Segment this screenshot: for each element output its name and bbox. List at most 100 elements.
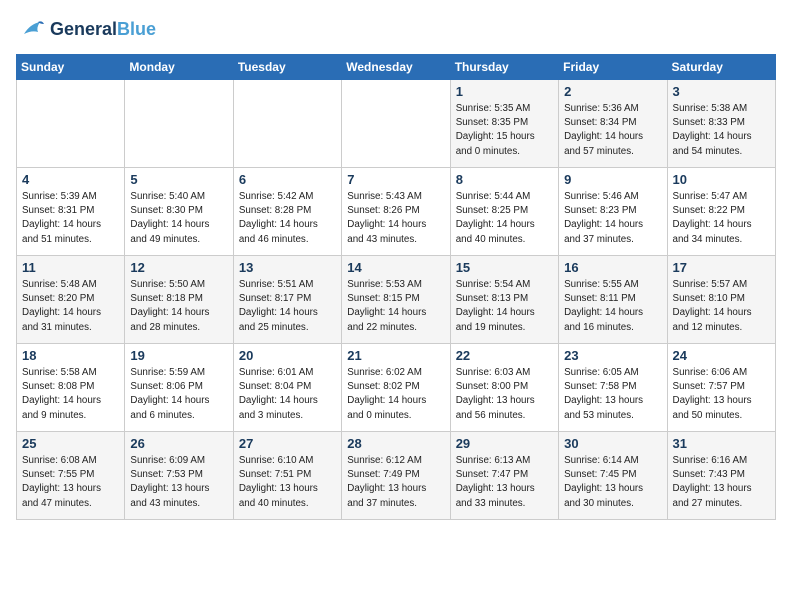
day-info: Sunrise: 5:51 AMSunset: 8:17 PMDaylight:… bbox=[239, 278, 336, 335]
day-info: Sunrise: 6:12 AMSunset: 7:49 PMDaylight:… bbox=[347, 454, 444, 511]
day-number: 14 bbox=[347, 260, 444, 275]
day-info: Sunrise: 5:39 AMSunset: 8:31 PMDaylight:… bbox=[22, 190, 119, 247]
day-number: 23 bbox=[564, 348, 661, 363]
day-number: 16 bbox=[564, 260, 661, 275]
calendar-cell: 21 Sunrise: 6:02 AMSunset: 8:02 PMDayligh… bbox=[342, 344, 450, 432]
day-info: Sunrise: 5:38 AMSunset: 8:33 PMDaylight:… bbox=[673, 102, 770, 159]
calendar-cell: 25Sunrise: 6:08 AMSunset: 7:55 PMDayligh… bbox=[17, 432, 125, 520]
calendar-cell: 10 Sunrise: 5:47 AMSunset: 8:22 PMDayligh… bbox=[667, 168, 775, 256]
calendar-cell: 27 Sunrise: 6:10 AMSunset: 7:51 PMDayligh… bbox=[233, 432, 341, 520]
day-number: 28 bbox=[347, 436, 444, 451]
day-info: Sunrise: 6:01 AMSunset: 8:04 PMDaylight:… bbox=[239, 366, 336, 423]
calendar-cell: 8 Sunrise: 5:44 AMSunset: 8:25 PMDaylight… bbox=[450, 168, 558, 256]
day-info: Sunrise: 6:08 AMSunset: 7:55 PMDaylight:… bbox=[22, 454, 119, 511]
day-info: Sunrise: 5:47 AMSunset: 8:22 PMDaylight:… bbox=[673, 190, 770, 247]
calendar-cell: 31 Sunrise: 6:16 AMSunset: 7:43 PMDayligh… bbox=[667, 432, 775, 520]
calendar-cell: 22 Sunrise: 6:03 AMSunset: 8:00 PMDayligh… bbox=[450, 344, 558, 432]
calendar-cell: 6Sunrise: 5:42 AMSunset: 8:28 PMDaylight… bbox=[233, 168, 341, 256]
day-info: Sunrise: 5:43 AMSunset: 8:26 PMDaylight:… bbox=[347, 190, 444, 247]
day-number: 6 bbox=[239, 172, 336, 187]
day-number: 20 bbox=[239, 348, 336, 363]
day-info: Sunrise: 5:54 AMSunset: 8:13 PMDaylight:… bbox=[456, 278, 553, 335]
day-info: Sunrise: 6:03 AMSunset: 8:00 PMDaylight:… bbox=[456, 366, 553, 423]
calendar-cell: 1 Sunrise: 5:35 AMSunset: 8:35 PMDaylight… bbox=[450, 80, 558, 168]
day-number: 3 bbox=[673, 84, 770, 99]
weekday-header-friday: Friday bbox=[559, 55, 667, 80]
day-number: 10 bbox=[673, 172, 770, 187]
calendar-cell: 19Sunrise: 5:59 AMSunset: 8:06 PMDayligh… bbox=[125, 344, 233, 432]
weekday-header-thursday: Thursday bbox=[450, 55, 558, 80]
day-number: 27 bbox=[239, 436, 336, 451]
day-info: Sunrise: 5:46 AMSunset: 8:23 PMDaylight:… bbox=[564, 190, 661, 247]
day-info: Sunrise: 5:44 AMSunset: 8:25 PMDaylight:… bbox=[456, 190, 553, 247]
calendar-week-4: 18 Sunrise: 5:58 AMSunset: 8:08 PMDayligh… bbox=[17, 344, 776, 432]
day-number: 1 bbox=[456, 84, 553, 99]
calendar-cell: 24Sunrise: 6:06 AMSunset: 7:57 PMDayligh… bbox=[667, 344, 775, 432]
day-number: 11 bbox=[22, 260, 119, 275]
calendar-cell bbox=[342, 80, 450, 168]
day-number: 18 bbox=[22, 348, 119, 363]
logo-icon bbox=[16, 16, 46, 44]
calendar-cell: 18 Sunrise: 5:58 AMSunset: 8:08 PMDayligh… bbox=[17, 344, 125, 432]
calendar-cell: 14 Sunrise: 5:53 AMSunset: 8:15 PMDayligh… bbox=[342, 256, 450, 344]
day-info: Sunrise: 5:55 AMSunset: 8:11 PMDaylight:… bbox=[564, 278, 661, 335]
day-info: Sunrise: 5:36 AMSunset: 8:34 PMDaylight:… bbox=[564, 102, 661, 159]
day-number: 21 bbox=[347, 348, 444, 363]
calendar-cell: 9 Sunrise: 5:46 AMSunset: 8:23 PMDaylight… bbox=[559, 168, 667, 256]
calendar-cell: 17 Sunrise: 5:57 AMSunset: 8:10 PMDayligh… bbox=[667, 256, 775, 344]
weekday-header-monday: Monday bbox=[125, 55, 233, 80]
day-info: Sunrise: 6:05 AMSunset: 7:58 PMDaylight:… bbox=[564, 366, 661, 423]
day-number: 12 bbox=[130, 260, 227, 275]
calendar-week-3: 11 Sunrise: 5:48 AMSunset: 8:20 PMDayligh… bbox=[17, 256, 776, 344]
calendar-cell: 12 Sunrise: 5:50 AMSunset: 8:18 PMDayligh… bbox=[125, 256, 233, 344]
day-number: 29 bbox=[456, 436, 553, 451]
calendar-cell bbox=[233, 80, 341, 168]
day-number: 5 bbox=[130, 172, 227, 187]
day-number: 4 bbox=[22, 172, 119, 187]
calendar-week-1: 1 Sunrise: 5:35 AMSunset: 8:35 PMDaylight… bbox=[17, 80, 776, 168]
calendar-cell: 13Sunrise: 5:51 AMSunset: 8:17 PMDayligh… bbox=[233, 256, 341, 344]
day-number: 31 bbox=[673, 436, 770, 451]
weekday-header-wednesday: Wednesday bbox=[342, 55, 450, 80]
weekday-header-tuesday: Tuesday bbox=[233, 55, 341, 80]
calendar-week-5: 25Sunrise: 6:08 AMSunset: 7:55 PMDayligh… bbox=[17, 432, 776, 520]
calendar-table: SundayMondayTuesdayWednesdayThursdayFrid… bbox=[16, 54, 776, 520]
calendar-cell: 26 Sunrise: 6:09 AMSunset: 7:53 PMDayligh… bbox=[125, 432, 233, 520]
calendar-cell bbox=[125, 80, 233, 168]
day-info: Sunrise: 5:48 AMSunset: 8:20 PMDaylight:… bbox=[22, 278, 119, 335]
calendar-cell: 30Sunrise: 6:14 AMSunset: 7:45 PMDayligh… bbox=[559, 432, 667, 520]
day-info: Sunrise: 6:10 AMSunset: 7:51 PMDaylight:… bbox=[239, 454, 336, 511]
day-number: 17 bbox=[673, 260, 770, 275]
calendar-cell: 16 Sunrise: 5:55 AMSunset: 8:11 PMDayligh… bbox=[559, 256, 667, 344]
day-info: Sunrise: 5:50 AMSunset: 8:18 PMDaylight:… bbox=[130, 278, 227, 335]
day-number: 7 bbox=[347, 172, 444, 187]
calendar-cell: 29 Sunrise: 6:13 AMSunset: 7:47 PMDayligh… bbox=[450, 432, 558, 520]
weekday-header-saturday: Saturday bbox=[667, 55, 775, 80]
day-info: Sunrise: 5:35 AMSunset: 8:35 PMDaylight:… bbox=[456, 102, 553, 159]
day-info: Sunrise: 5:40 AMSunset: 8:30 PMDaylight:… bbox=[130, 190, 227, 247]
day-info: Sunrise: 5:53 AMSunset: 8:15 PMDaylight:… bbox=[347, 278, 444, 335]
calendar-cell: 23 Sunrise: 6:05 AMSunset: 7:58 PMDayligh… bbox=[559, 344, 667, 432]
calendar-cell bbox=[17, 80, 125, 168]
day-info: Sunrise: 5:57 AMSunset: 8:10 PMDaylight:… bbox=[673, 278, 770, 335]
day-number: 9 bbox=[564, 172, 661, 187]
day-info: Sunrise: 5:58 AMSunset: 8:08 PMDaylight:… bbox=[22, 366, 119, 423]
day-info: Sunrise: 6:02 AMSunset: 8:02 PMDaylight:… bbox=[347, 366, 444, 423]
day-info: Sunrise: 6:16 AMSunset: 7:43 PMDaylight:… bbox=[673, 454, 770, 511]
weekday-header-row: SundayMondayTuesdayWednesdayThursdayFrid… bbox=[17, 55, 776, 80]
calendar-cell: 3 Sunrise: 5:38 AMSunset: 8:33 PMDaylight… bbox=[667, 80, 775, 168]
day-info: Sunrise: 6:13 AMSunset: 7:47 PMDaylight:… bbox=[456, 454, 553, 511]
day-number: 8 bbox=[456, 172, 553, 187]
calendar-cell: 28 Sunrise: 6:12 AMSunset: 7:49 PMDayligh… bbox=[342, 432, 450, 520]
day-number: 22 bbox=[456, 348, 553, 363]
calendar-cell: 2 Sunrise: 5:36 AMSunset: 8:34 PMDaylight… bbox=[559, 80, 667, 168]
day-number: 24 bbox=[673, 348, 770, 363]
day-number: 19 bbox=[130, 348, 227, 363]
calendar-cell: 11 Sunrise: 5:48 AMSunset: 8:20 PMDayligh… bbox=[17, 256, 125, 344]
calendar-cell: 4 Sunrise: 5:39 AMSunset: 8:31 PMDaylight… bbox=[17, 168, 125, 256]
logo: GeneralBlue bbox=[16, 16, 156, 44]
day-info: Sunrise: 6:09 AMSunset: 7:53 PMDaylight:… bbox=[130, 454, 227, 511]
day-number: 26 bbox=[130, 436, 227, 451]
calendar-week-2: 4 Sunrise: 5:39 AMSunset: 8:31 PMDaylight… bbox=[17, 168, 776, 256]
day-number: 2 bbox=[564, 84, 661, 99]
